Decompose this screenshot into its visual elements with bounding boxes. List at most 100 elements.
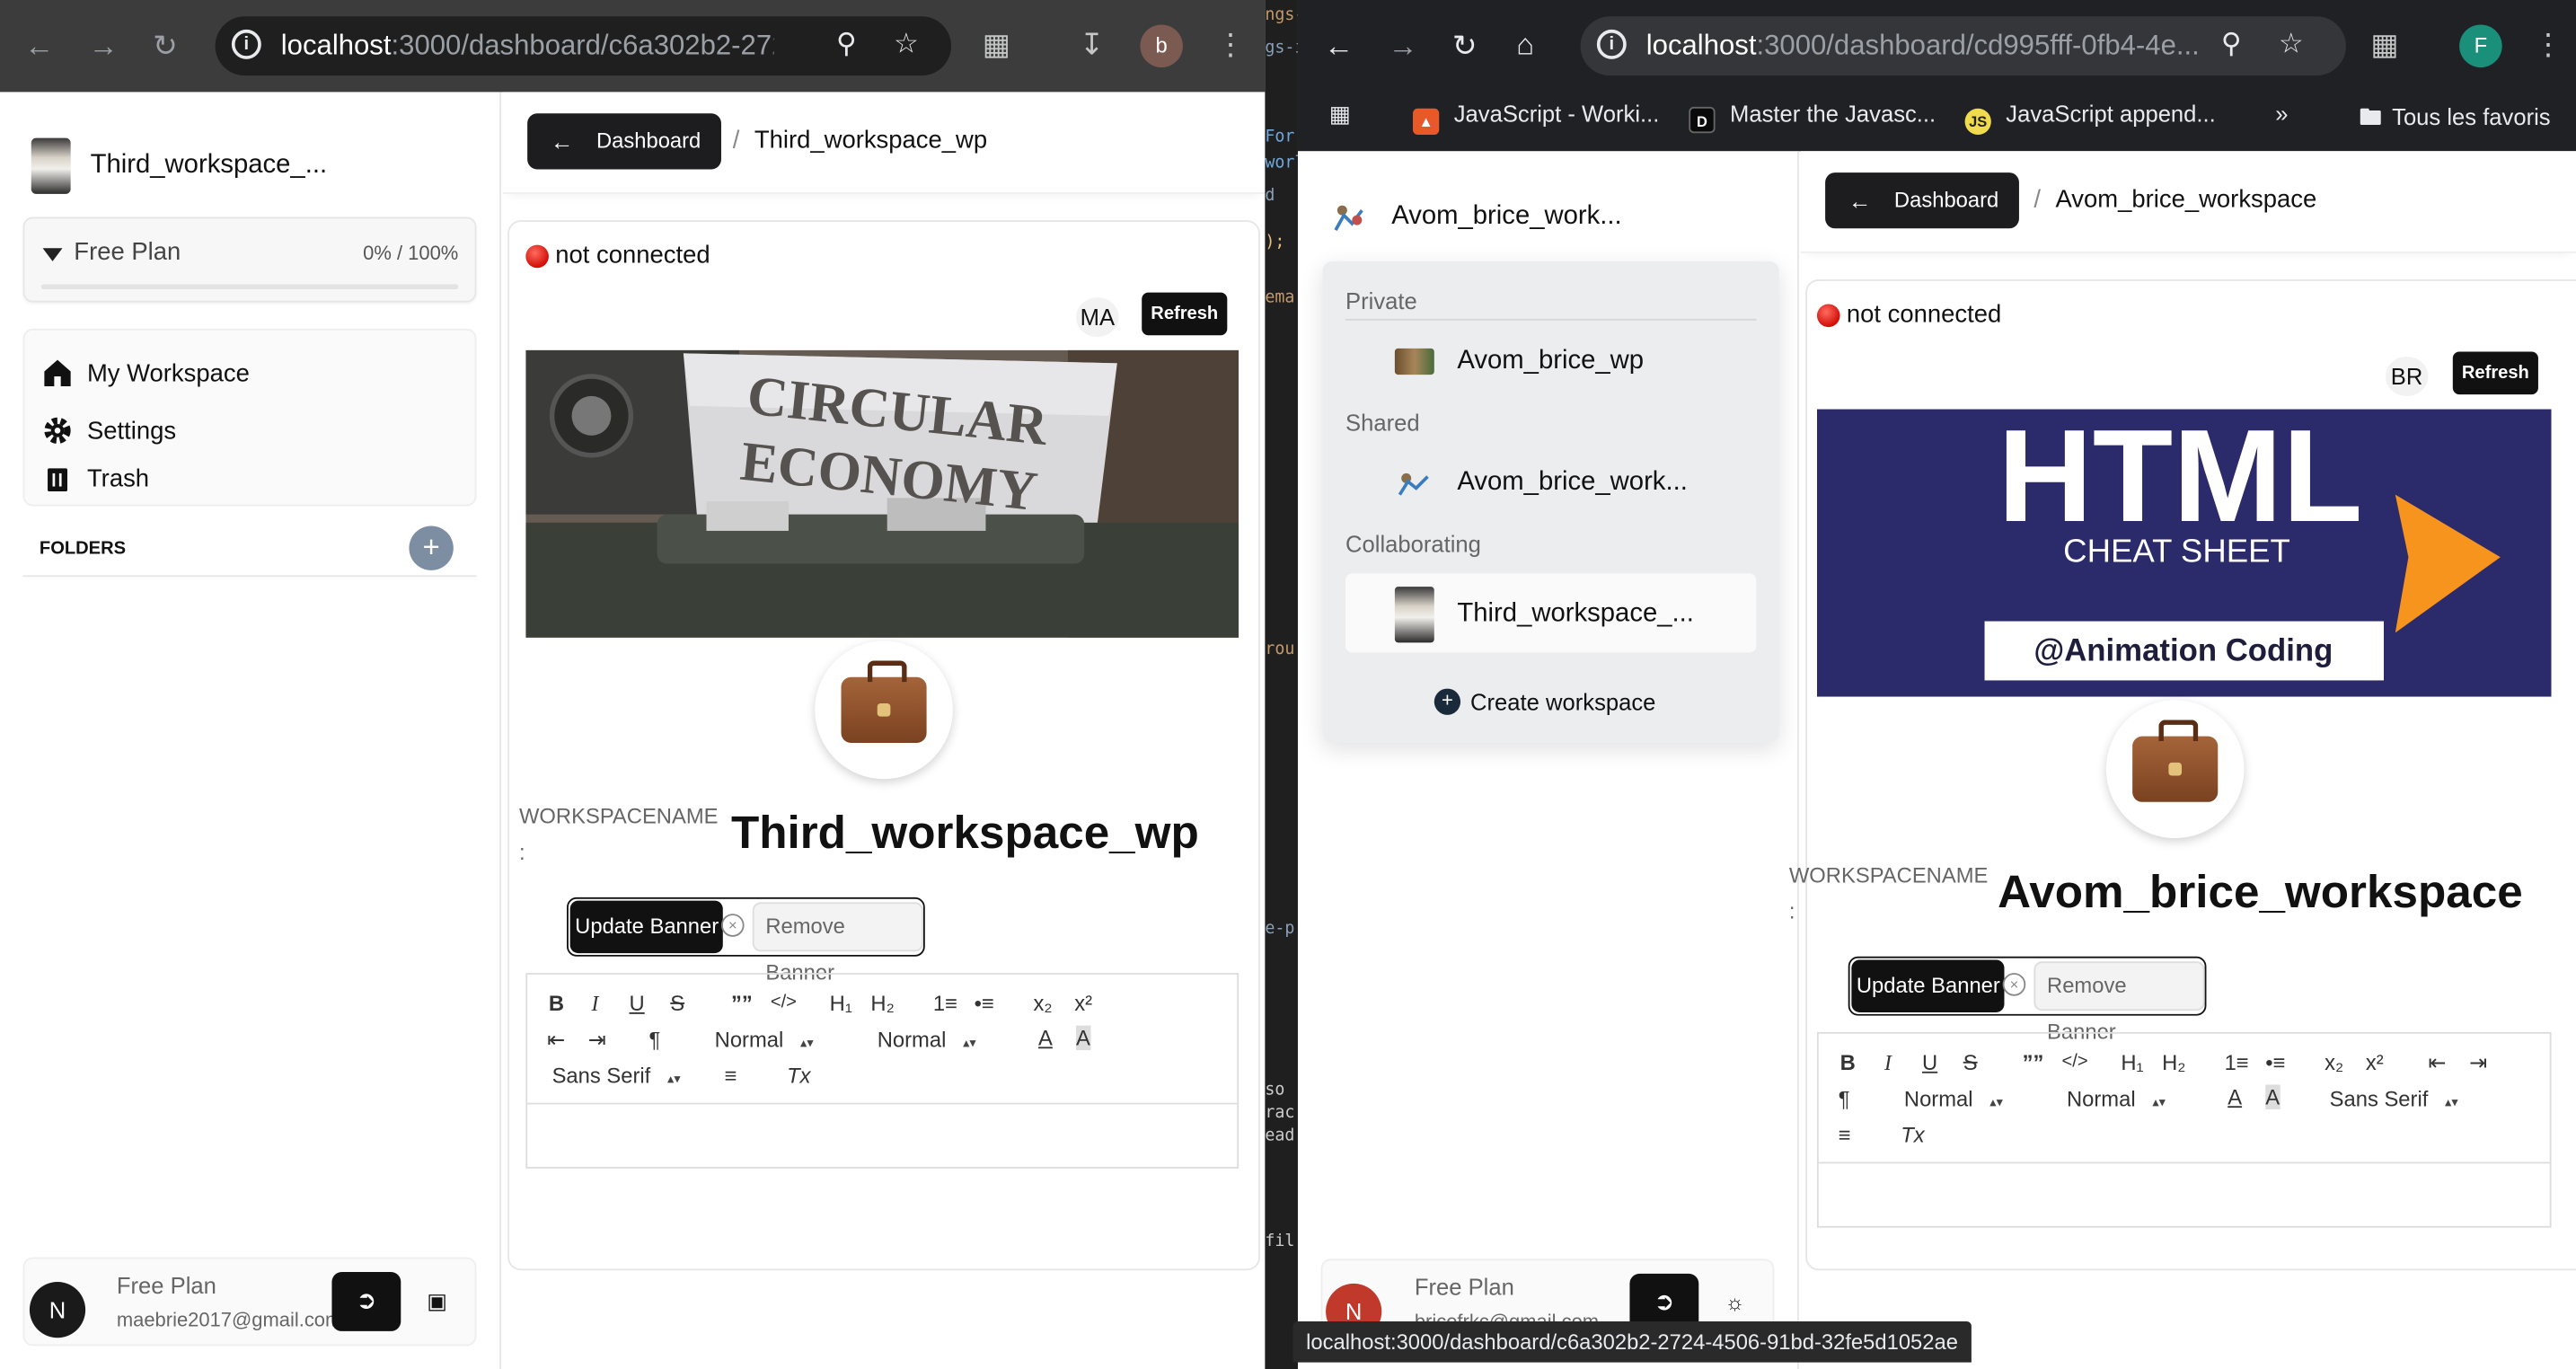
subscript-button[interactable]: x₂ bbox=[1033, 991, 1052, 1015]
site-info-icon[interactable]: i bbox=[1596, 29, 1627, 59]
workspace-option-collaborating[interactable]: Third_workspace_... bbox=[1394, 587, 1694, 643]
superscript-button[interactable]: x² bbox=[1074, 991, 1092, 1015]
all-bookmarks-folder[interactable]: 🖿 Tous les favoris bbox=[2360, 101, 2551, 140]
close-circle-icon[interactable]: × bbox=[2002, 973, 2026, 996]
align-button[interactable]: ≡ bbox=[725, 1064, 737, 1088]
clear-format-button[interactable]: Tx bbox=[1901, 1123, 1924, 1147]
size-select[interactable]: Normal bbox=[1904, 1086, 2003, 1110]
back-arrow-icon[interactable]: ← bbox=[24, 30, 54, 63]
text-color-button[interactable]: A bbox=[1038, 1026, 1053, 1050]
background-color-button[interactable]: A bbox=[2265, 1084, 2280, 1109]
italic-button[interactable]: I bbox=[1884, 1050, 1892, 1076]
outdent-button[interactable]: ⇤ bbox=[547, 1027, 565, 1053]
code-button[interactable]: </> bbox=[771, 993, 797, 1012]
editor-content[interactable] bbox=[1819, 1163, 2550, 1226]
nav-trash[interactable]: Trash bbox=[41, 462, 149, 495]
extensions-icon[interactable]: ▦ bbox=[2370, 28, 2398, 62]
h1-button[interactable]: H₁ bbox=[830, 991, 852, 1015]
breadcrumb-current[interactable]: Third_workspace_wp bbox=[754, 127, 987, 155]
h2-button[interactable]: H₂ bbox=[870, 991, 894, 1015]
bold-button[interactable]: B bbox=[1840, 1050, 1856, 1074]
close-circle-icon[interactable]: × bbox=[720, 914, 745, 937]
bullet-list-button[interactable]: •≡ bbox=[975, 991, 994, 1015]
workspace-logo[interactable] bbox=[2105, 700, 2245, 839]
remove-banner-button[interactable]: Remove Banner bbox=[2033, 961, 2205, 1044]
background-color-button[interactable]: A bbox=[1076, 1025, 1090, 1051]
download-icon[interactable]: ↧ bbox=[1080, 28, 1105, 62]
superscript-button[interactable]: x² bbox=[2366, 1050, 2384, 1074]
dashboard-back-button[interactable]: ← Dashboard bbox=[527, 113, 721, 170]
create-workspace-button[interactable]: + Create workspace bbox=[1434, 688, 1655, 715]
text-color-button[interactable]: A bbox=[2228, 1084, 2242, 1108]
monitor-icon[interactable]: ▣ bbox=[414, 1278, 460, 1324]
add-folder-button[interactable]: + bbox=[409, 526, 454, 570]
workspace-option-shared[interactable]: Avom_brice_work... bbox=[1395, 468, 1688, 498]
plan-usage-card[interactable]: Free Plan 0% / 100% bbox=[22, 216, 477, 303]
update-banner-button[interactable]: Update Banner bbox=[1851, 959, 2006, 1012]
refresh-button[interactable]: Refresh bbox=[2452, 351, 2538, 395]
code-button[interactable]: </> bbox=[2061, 1052, 2087, 1072]
zoom-icon[interactable]: ⚲ bbox=[836, 28, 857, 61]
clear-format-button[interactable]: Tx bbox=[787, 1064, 810, 1088]
home-icon[interactable]: ⌂ bbox=[1516, 28, 1534, 61]
font-select[interactable]: Sans Serif bbox=[552, 1064, 681, 1088]
forward-arrow-icon[interactable]: → bbox=[89, 30, 119, 63]
remove-banner-button[interactable]: Remove Banner bbox=[752, 902, 923, 985]
outdent-button[interactable]: ⇤ bbox=[2428, 1050, 2446, 1076]
workspace-switcher[interactable]: Avom_brice_work... bbox=[1329, 200, 1622, 234]
user-avatar[interactable]: N bbox=[29, 1282, 86, 1338]
editor-content[interactable] bbox=[527, 1104, 1237, 1167]
size-select[interactable]: Normal bbox=[715, 1027, 814, 1051]
forward-arrow-icon[interactable]: → bbox=[1389, 30, 1418, 63]
workspace-switcher[interactable]: Third_workspace_... bbox=[31, 137, 327, 194]
blockquote-button[interactable]: ”” bbox=[2023, 1050, 2044, 1074]
workspace-option-private[interactable]: Avom_brice_wp bbox=[1394, 347, 1644, 376]
profile-avatar[interactable]: F bbox=[2459, 24, 2502, 68]
site-info-icon[interactable]: i bbox=[231, 29, 261, 59]
more-bookmarks-button[interactable]: » bbox=[2275, 101, 2288, 127]
breadcrumb-current[interactable]: Avom_brice_workspace bbox=[2055, 186, 2316, 214]
indent-button[interactable]: ⇥ bbox=[588, 1027, 606, 1053]
subscript-button[interactable]: x₂ bbox=[2325, 1050, 2343, 1074]
profile-avatar[interactable]: b bbox=[1140, 24, 1183, 68]
align-button[interactable]: ≡ bbox=[1839, 1123, 1851, 1147]
kebab-menu-icon[interactable]: ⋮ bbox=[1216, 28, 1246, 62]
dashboard-back-button[interactable]: ← Dashboard bbox=[1825, 172, 2019, 229]
nav-my-workspace[interactable]: My Workspace bbox=[41, 357, 250, 390]
bookmark-item[interactable]: D Master the Javasc... bbox=[1689, 101, 1936, 134]
underline-button[interactable]: U bbox=[630, 991, 645, 1015]
bookmark-item[interactable]: ▲ JavaScript - Worki... bbox=[1413, 101, 1659, 136]
zoom-icon[interactable]: ⚲ bbox=[2221, 28, 2242, 61]
logout-button[interactable]: ➲ bbox=[331, 1272, 401, 1331]
update-banner-button[interactable]: Update Banner bbox=[569, 900, 724, 954]
ordered-list-button[interactable]: 1≡ bbox=[933, 991, 957, 1015]
address-bar[interactable]: i localhost:3000/dashboard/cd995fff-0fb4… bbox=[1580, 16, 2346, 76]
header-select[interactable]: Normal bbox=[2067, 1086, 2166, 1110]
rtl-button[interactable]: ¶ bbox=[648, 1027, 660, 1051]
refresh-button[interactable]: Refresh bbox=[1142, 292, 1228, 336]
rtl-button[interactable]: ¶ bbox=[1839, 1086, 1850, 1110]
bullet-list-button[interactable]: •≡ bbox=[2265, 1050, 2285, 1074]
kebab-menu-icon[interactable]: ⋮ bbox=[2533, 28, 2563, 62]
bookmark-star-icon[interactable]: ☆ bbox=[894, 28, 919, 61]
bookmark-item[interactable]: JS JavaScript append... bbox=[1964, 101, 2216, 136]
bold-button[interactable]: B bbox=[549, 991, 564, 1015]
reload-icon[interactable]: ↻ bbox=[153, 30, 178, 63]
underline-button[interactable]: U bbox=[1922, 1050, 1937, 1074]
italic-button[interactable]: I bbox=[591, 991, 598, 1017]
apps-grid-icon[interactable]: ▦ bbox=[1329, 101, 1351, 128]
ordered-list-button[interactable]: 1≡ bbox=[2225, 1050, 2249, 1074]
reload-icon[interactable]: ↻ bbox=[1452, 30, 1478, 63]
blockquote-button[interactable]: ”” bbox=[731, 991, 753, 1015]
indent-button[interactable]: ⇥ bbox=[2469, 1050, 2487, 1076]
h2-button[interactable]: H₂ bbox=[2162, 1050, 2185, 1074]
header-select[interactable]: Normal bbox=[878, 1027, 976, 1051]
workspace-logo[interactable] bbox=[815, 640, 953, 780]
h1-button[interactable]: H₁ bbox=[2121, 1050, 2143, 1074]
back-arrow-icon[interactable]: ← bbox=[1324, 30, 1354, 63]
extensions-icon[interactable]: ▦ bbox=[983, 28, 1010, 62]
font-select[interactable]: Sans Serif bbox=[2330, 1086, 2458, 1110]
theme-sun-icon[interactable]: ☼ bbox=[1712, 1280, 1758, 1326]
address-bar[interactable]: i localhost:3000/dashboard/c6a302b2-2724… bbox=[215, 16, 952, 76]
strike-button[interactable]: S bbox=[670, 991, 684, 1015]
